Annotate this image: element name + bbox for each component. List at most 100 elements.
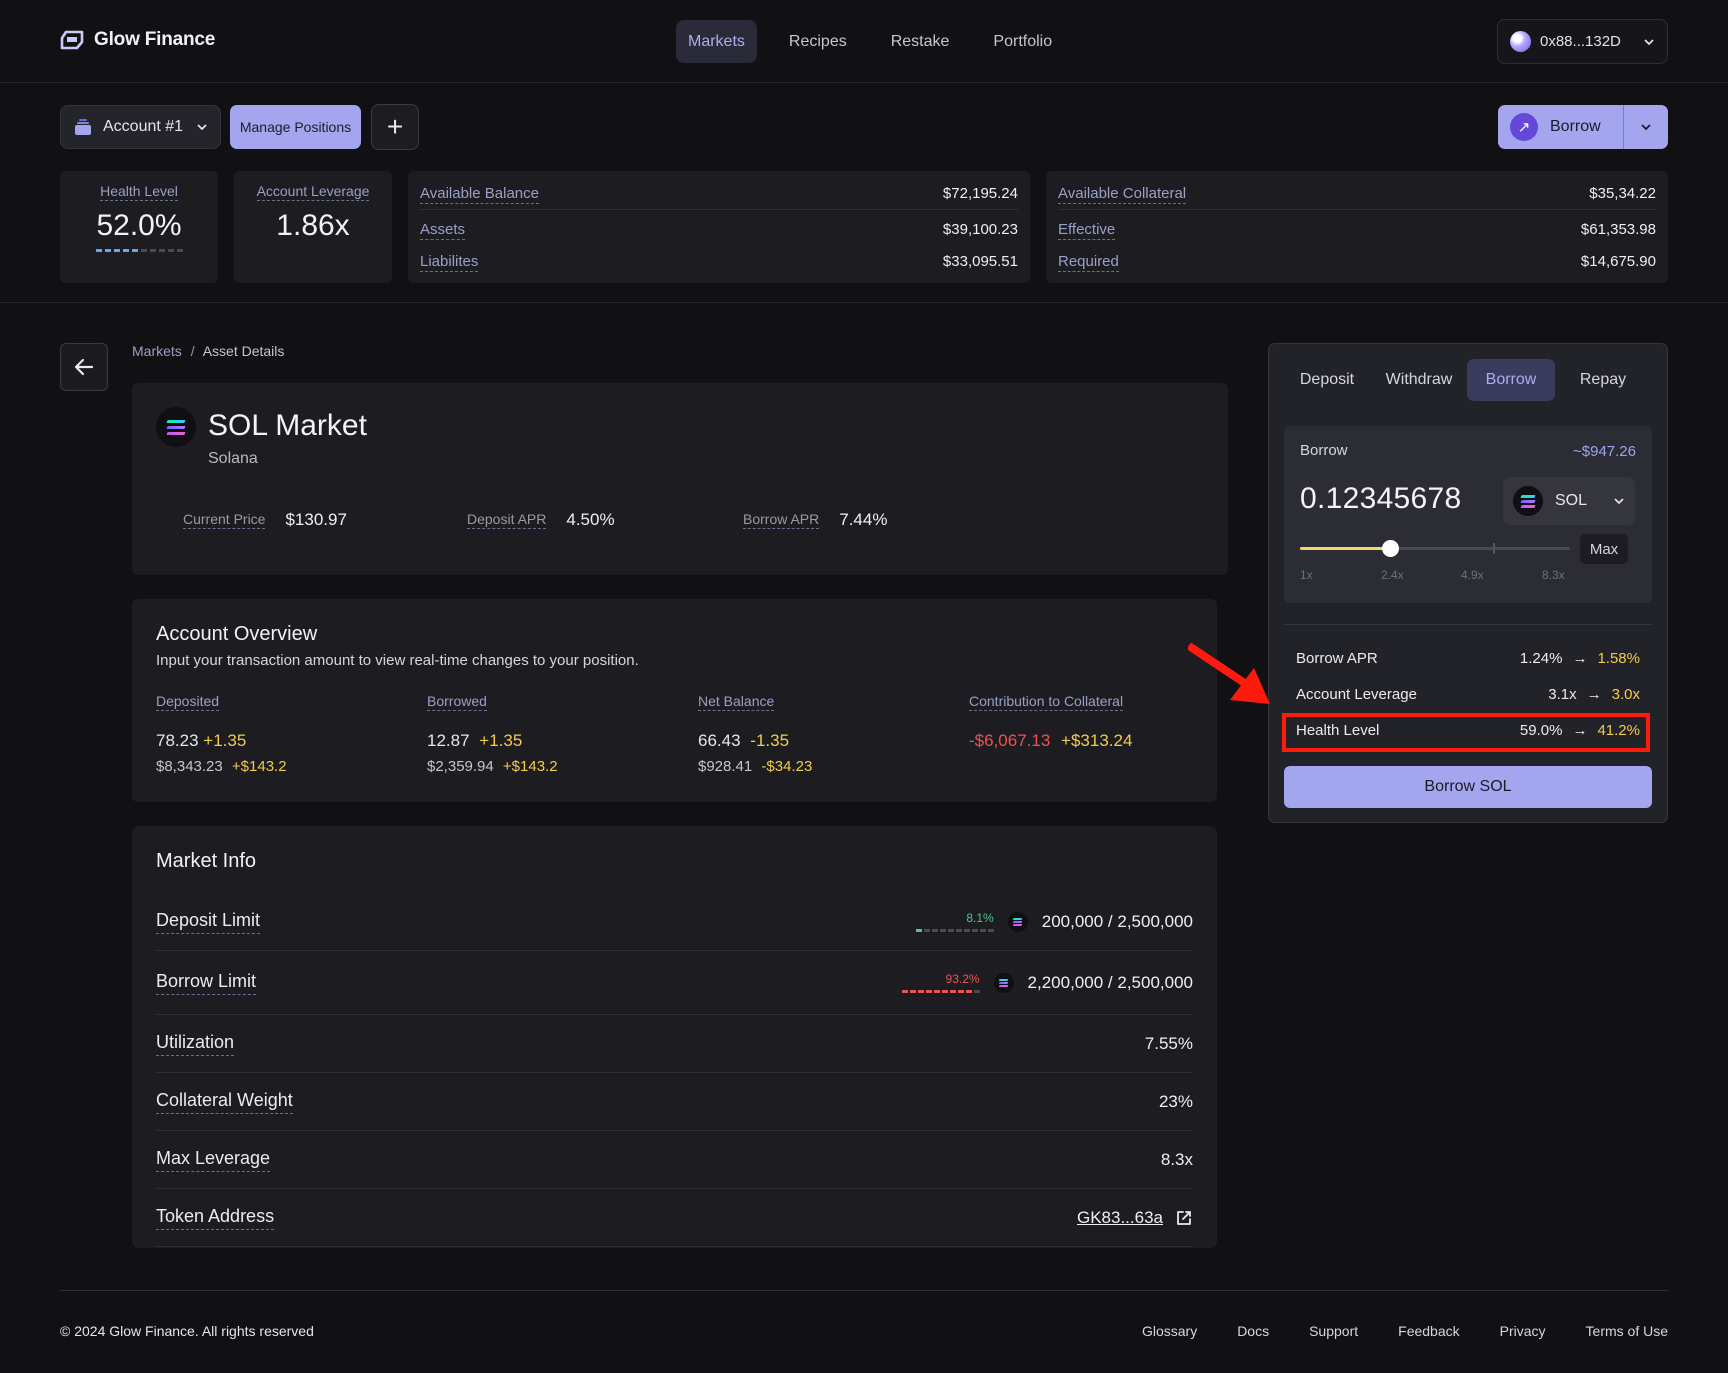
footer-link-terms[interactable]: Terms of Use: [1586, 1323, 1668, 1339]
tab-repay[interactable]: Repay: [1559, 359, 1647, 401]
usd-estimate: ~$947.26: [1573, 443, 1636, 460]
nav-recipes[interactable]: Recipes: [777, 20, 859, 63]
sol-token-icon: [156, 407, 196, 447]
account-overview-title: Account Overview: [156, 623, 318, 645]
main-nav: Markets Recipes Restake Portfolio: [676, 20, 1080, 63]
borrow-sol-button[interactable]: Borrow SOL: [1284, 766, 1652, 808]
token-address-link[interactable]: GK83...63a: [1077, 1208, 1163, 1228]
max-leverage-label[interactable]: Max Leverage: [156, 1148, 271, 1172]
collateral-weight-row: Collateral Weight 23%: [156, 1073, 1193, 1131]
account-overview-card: Account Overview Input your transaction …: [132, 599, 1217, 802]
meter-segment: [987, 929, 994, 932]
health-level-card: Health Level 52.0%: [60, 171, 218, 283]
footer-link-privacy[interactable]: Privacy: [1500, 1323, 1546, 1339]
assets-label[interactable]: Assets: [420, 221, 466, 240]
nav-portfolio[interactable]: Portfolio: [981, 20, 1064, 63]
liabilities-row: Liabilites $33,095.51: [420, 253, 1018, 272]
deposit-apr-label[interactable]: Deposit APR: [467, 511, 547, 529]
borrow-input-label: Borrow: [1300, 442, 1348, 459]
borrowed-label[interactable]: Borrowed: [427, 693, 487, 711]
contribution-column: Contribution to Collateral -$6,067.13 +$…: [969, 693, 1132, 751]
borrow-apr-label[interactable]: Borrow APR: [743, 511, 820, 529]
required-label[interactable]: Required: [1058, 253, 1119, 272]
deposit-limit-percent: 8.1%: [966, 911, 994, 925]
breadcrumb-current: Asset Details: [202, 343, 285, 359]
net-balance-label[interactable]: Net Balance: [698, 693, 775, 711]
leverage-slider[interactable]: [1300, 540, 1570, 557]
available-collateral-value: $35,34.22: [1589, 185, 1656, 202]
current-price-metric: Current Price $130.97: [183, 510, 347, 530]
slider-tick-label: 2.4x: [1381, 568, 1404, 582]
deposit-limit-label[interactable]: Deposit Limit: [156, 910, 261, 934]
footer-link-support[interactable]: Support: [1309, 1323, 1358, 1339]
arrow-right-icon: →: [1586, 686, 1602, 703]
borrow-limit-meter: [901, 990, 980, 993]
meter-segment: [939, 929, 946, 932]
wallet-button[interactable]: 0x88...132D: [1497, 19, 1668, 64]
liabilities-label[interactable]: Liabilites: [420, 253, 479, 272]
borrow-apr-to: 1.58%: [1597, 650, 1640, 667]
leverage-slider-tick: [1493, 543, 1495, 554]
leverage-slider-fill: [1300, 547, 1390, 550]
token-selector[interactable]: SOL: [1503, 477, 1635, 525]
available-collateral-label[interactable]: Available Collateral: [1058, 185, 1187, 204]
footer-link-glossary[interactable]: Glossary: [1142, 1323, 1197, 1339]
account-leverage-label[interactable]: Account Leverage: [256, 183, 370, 201]
brand-logo[interactable]: Glow Finance: [60, 28, 215, 52]
max-button[interactable]: Max: [1580, 534, 1628, 564]
assets-row: Assets $39,100.23: [420, 221, 1018, 240]
market-subtitle: Solana: [208, 450, 258, 467]
borrow-action-button[interactable]: ↗ Borrow: [1498, 105, 1668, 149]
back-button[interactable]: [60, 343, 108, 391]
tab-deposit[interactable]: Deposit: [1283, 359, 1371, 401]
annotation-arrow-icon: [1188, 642, 1270, 704]
external-link-icon[interactable]: [1175, 1209, 1193, 1227]
utilization-label[interactable]: Utilization: [156, 1032, 235, 1056]
amount-input[interactable]: 0.12345678: [1300, 482, 1462, 516]
manage-positions-button[interactable]: Manage Positions: [230, 105, 361, 149]
nav-restake[interactable]: Restake: [879, 20, 962, 63]
borrow-action-label: Borrow: [1550, 118, 1601, 135]
borrow-action-dropdown[interactable]: [1624, 121, 1668, 133]
deposited-label[interactable]: Deposited: [156, 693, 220, 711]
footer-link-docs[interactable]: Docs: [1237, 1323, 1269, 1339]
health-level-label[interactable]: Health Level: [100, 183, 178, 201]
net-balance-amount: 66.43: [698, 731, 741, 750]
effective-label[interactable]: Effective: [1058, 221, 1116, 240]
meter-segment: [104, 249, 111, 252]
contribution-label[interactable]: Contribution to Collateral: [969, 693, 1124, 711]
footer-link-feedback[interactable]: Feedback: [1398, 1323, 1459, 1339]
borrowed-column: Borrowed 12.87 +1.35 $2,359.94 +$143.2: [427, 693, 558, 775]
borrowed-delta: +1.35: [479, 731, 523, 750]
required-row: Required $14,675.90: [1058, 253, 1656, 272]
account-selector[interactable]: Account #1: [60, 105, 221, 149]
nav-markets[interactable]: Markets: [676, 20, 757, 63]
deposit-limit-row: Deposit Limit 8.1% 200,000 / 2,500,000: [156, 893, 1193, 951]
borrow-apr-value: 7.44%: [839, 510, 888, 529]
meter-segment: [933, 990, 940, 993]
deposited-amount: 78.23: [156, 731, 199, 750]
breadcrumb: Markets / Asset Details: [132, 343, 284, 359]
current-price-label[interactable]: Current Price: [183, 511, 266, 529]
meter-segment: [140, 249, 147, 252]
meter-segment: [941, 990, 948, 993]
collateral-weight-label[interactable]: Collateral Weight: [156, 1090, 293, 1114]
deposited-delta: +1.35: [203, 731, 247, 750]
leverage-slider-handle[interactable]: [1382, 540, 1399, 557]
deposit-limit-current: 200,000: [1041, 911, 1104, 931]
annotation-highlight-box: [1282, 713, 1650, 752]
sol-token-icon: [993, 972, 1014, 993]
add-account-button[interactable]: +: [371, 104, 419, 150]
deposit-apr-value: 4.50%: [566, 510, 615, 529]
token-address-label[interactable]: Token Address: [156, 1206, 275, 1230]
net-balance-column: Net Balance 66.43 -1.35 $928.41 -$34.23: [698, 693, 812, 775]
available-balance-label[interactable]: Available Balance: [420, 185, 539, 204]
tab-withdraw[interactable]: Withdraw: [1375, 359, 1463, 401]
meter-segment: [973, 990, 980, 993]
borrow-action-main[interactable]: ↗ Borrow: [1498, 105, 1624, 149]
breadcrumb-markets[interactable]: Markets: [132, 343, 182, 359]
available-collateral-row: Available Collateral $35,34.22: [1058, 185, 1656, 204]
tab-borrow[interactable]: Borrow: [1467, 359, 1555, 401]
borrow-limit-label[interactable]: Borrow Limit: [156, 971, 257, 995]
meter-segment: [955, 929, 962, 932]
